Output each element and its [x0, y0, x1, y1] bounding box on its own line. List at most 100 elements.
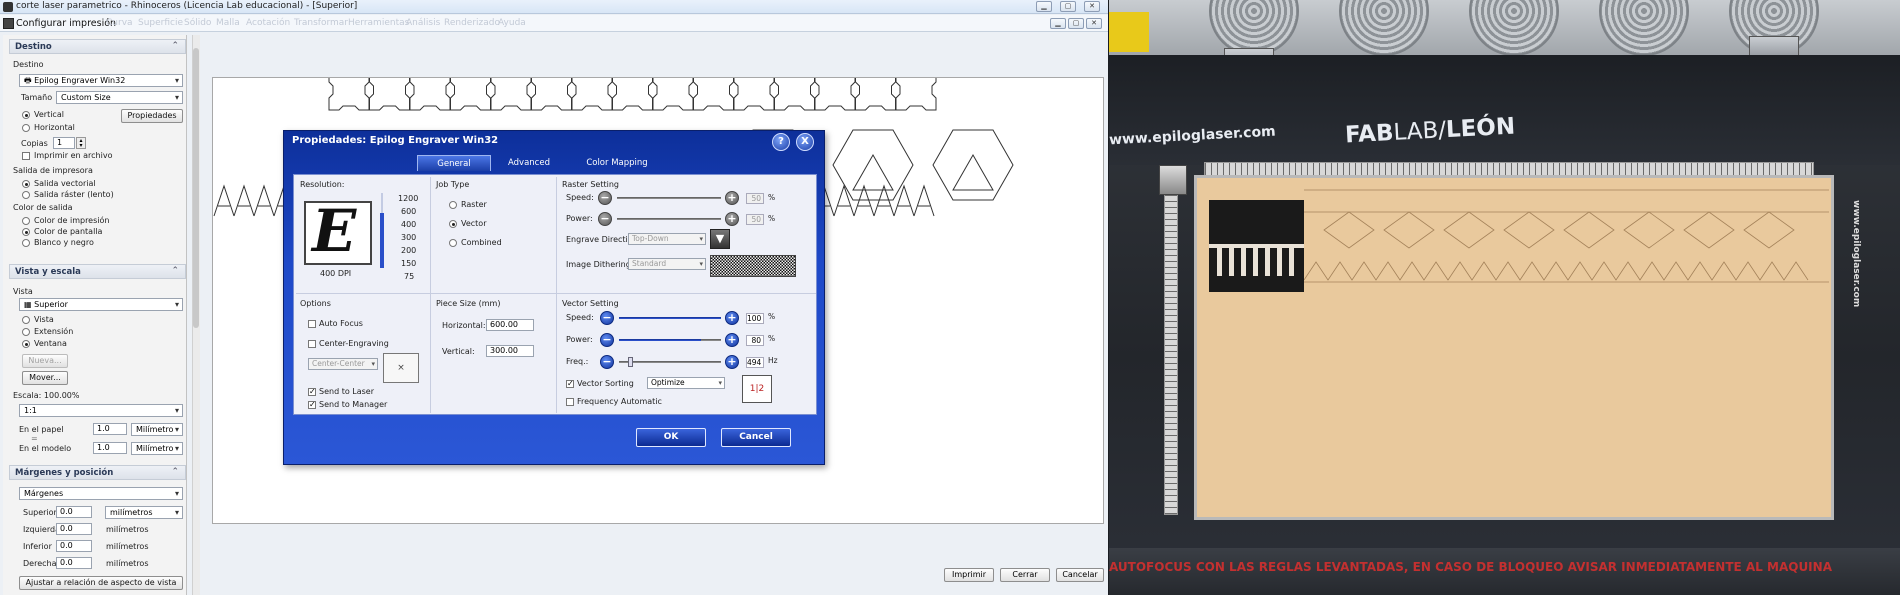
ok-button[interactable]: OK — [636, 428, 706, 447]
radio-vista[interactable] — [22, 316, 30, 324]
send-to-laser-checkbox[interactable]: ✓ — [308, 388, 316, 396]
dpi-level: 75 — [404, 272, 415, 281]
tab-general[interactable]: General — [417, 155, 491, 171]
view-select[interactable]: ▦ Superior — [19, 298, 183, 311]
vector-speed-input[interactable]: 100 — [746, 313, 764, 324]
cancel-dialog-button[interactable]: Cancelar — [1056, 568, 1104, 582]
piece-horizontal-input[interactable]: 600.00 — [486, 319, 534, 331]
paper-size-select[interactable]: Custom Size — [56, 91, 183, 104]
vector-freq-minus-button[interactable]: − — [600, 355, 614, 369]
section-margenes-header[interactable]: Márgenes y posición ⌃ — [9, 465, 186, 480]
radio-extension[interactable] — [22, 328, 30, 336]
piece-vertical-input[interactable]: 300.00 — [486, 345, 534, 357]
radio-vertical[interactable] — [22, 111, 30, 119]
margin-bottom-input[interactable]: 0.0 — [56, 540, 92, 552]
send-to-manager-checkbox[interactable]: ✓ — [308, 401, 316, 409]
vector-speed-plus-button[interactable]: + — [725, 311, 739, 325]
center-engraving-checkbox[interactable] — [308, 340, 316, 348]
center-position-select[interactable]: Center-Center — [308, 358, 378, 370]
vertical-label: Vertical: — [442, 347, 475, 356]
radio-vector[interactable] — [449, 220, 457, 228]
raster-power-slider[interactable] — [617, 218, 721, 220]
new-window-button[interactable]: Nueva... — [22, 354, 68, 368]
frequency-automatic-checkbox[interactable] — [566, 398, 574, 406]
model-scale-input[interactable]: 1.0 — [93, 442, 127, 454]
collapse-icon[interactable]: ⌃ — [171, 266, 179, 276]
minimize-button[interactable]: ▁ — [1036, 1, 1052, 12]
vector-speed-slider[interactable] — [619, 317, 721, 319]
margin-left-input[interactable]: 0.0 — [56, 523, 92, 535]
section-destino-header[interactable]: Destino ⌃ — [9, 39, 186, 54]
raster-speed-input[interactable]: 50 — [746, 193, 764, 204]
vector-freq-slider-thumb[interactable] — [628, 357, 633, 367]
panel-scrollbar-thumb[interactable] — [193, 48, 199, 328]
vector-power-minus-button[interactable]: − — [600, 333, 614, 347]
vector-sorting-checkbox[interactable]: ✓ — [566, 380, 574, 388]
radio-ventana[interactable] — [22, 340, 30, 348]
radio-print-color[interactable] — [22, 217, 30, 225]
section-vista-header[interactable]: Vista y escala ⌃ — [9, 264, 186, 279]
raster-speed-plus-button[interactable]: + — [725, 191, 739, 205]
vector-speed-minus-button[interactable]: − — [600, 311, 614, 325]
raster-power-input[interactable]: 50 — [746, 214, 764, 225]
copies-stepper[interactable]: ▴ ▾ — [76, 137, 86, 149]
top-ruler — [1204, 162, 1814, 176]
move-window-button[interactable]: Mover... — [22, 371, 68, 385]
printer-select[interactable]: 🖶 Epilog Engraver Win32 — [19, 74, 183, 87]
collapse-icon[interactable]: ⌃ — [171, 41, 179, 51]
margin-right-input[interactable]: 0.0 — [56, 557, 92, 569]
print-maximize-button[interactable]: ▢ — [1068, 18, 1084, 29]
vector-freq-plus-button[interactable]: + — [725, 355, 739, 369]
paper-scale-input[interactable]: 1.0 — [93, 423, 127, 435]
collapse-icon[interactable]: ⌃ — [171, 467, 179, 477]
radio-raster-output[interactable] — [22, 191, 30, 199]
properties-button[interactable]: Propiedades — [121, 109, 183, 123]
vector-sorting-select[interactable]: Optimize — [647, 377, 725, 389]
engrave-direction-select[interactable]: Top-Down — [628, 233, 706, 245]
vector-power-input[interactable]: 80 — [746, 335, 764, 346]
paper-unit-select[interactable]: Milímetro — [131, 423, 183, 436]
radio-horizontal[interactable] — [22, 124, 30, 132]
raster-power-minus-button[interactable]: − — [598, 212, 612, 226]
dialog-close-icon[interactable]: X — [796, 133, 814, 151]
auto-focus-checkbox[interactable] — [308, 320, 316, 328]
vector-freq-slider[interactable] — [619, 361, 721, 363]
radio-raster[interactable] — [449, 201, 457, 209]
margin-top-unit[interactable]: milímetros — [105, 506, 183, 519]
copies-input[interactable]: 1 — [53, 137, 75, 149]
tab-color-mapping[interactable]: Color Mapping — [567, 155, 667, 171]
fit-aspect-button[interactable]: Ajustar a relación de aspecto de vista — [19, 576, 183, 590]
radio-screen-color[interactable] — [22, 228, 30, 236]
raster-power-plus-button[interactable]: + — [725, 212, 739, 226]
print-to-file-checkbox[interactable] — [22, 152, 30, 160]
model-unit-select[interactable]: Milímetro — [131, 442, 183, 455]
help-icon[interactable]: ? — [772, 133, 790, 151]
print-button[interactable]: Imprimir — [944, 568, 994, 582]
margins-select[interactable]: Márgenes — [19, 487, 183, 500]
image-dithering-select[interactable]: Standard — [628, 258, 706, 270]
radio-combined[interactable] — [449, 239, 457, 247]
print-close-button[interactable]: ✕ — [1086, 18, 1102, 29]
margin-top-input[interactable]: 0.0 — [56, 506, 92, 518]
raster-speed-minus-button[interactable]: − — [598, 191, 612, 205]
cut-piece — [531, 69, 572, 111]
print-dialog-title: Configurar impresión — [16, 18, 117, 29]
cancel-button[interactable]: Cancel — [721, 428, 791, 447]
maximize-button[interactable]: ▢ — [1060, 1, 1076, 12]
resolution-slider-fill[interactable] — [380, 213, 384, 268]
hex-piece — [932, 129, 1014, 201]
raster-speed-slider[interactable] — [617, 197, 721, 199]
rhino-title-bar: corte laser parametrico - Rhinoceros (Li… — [0, 0, 1108, 14]
menu-hint: Análisis — [406, 18, 441, 28]
scale-select[interactable]: 1:1 — [19, 404, 183, 417]
close-dialog-button[interactable]: Cerrar — [1000, 568, 1050, 582]
print-minimize-button[interactable]: ▁ — [1050, 18, 1066, 29]
tab-advanced[interactable]: Advanced — [494, 155, 564, 171]
vector-power-plus-button[interactable]: + — [725, 333, 739, 347]
vector-freq-input[interactable]: 494 — [746, 357, 764, 368]
divider — [430, 177, 431, 413]
radio-vector-output[interactable] — [22, 180, 30, 188]
engrave-sample-letter: E — [312, 197, 357, 265]
radio-black-white[interactable] — [22, 239, 30, 247]
close-button[interactable]: ✕ — [1084, 1, 1100, 12]
